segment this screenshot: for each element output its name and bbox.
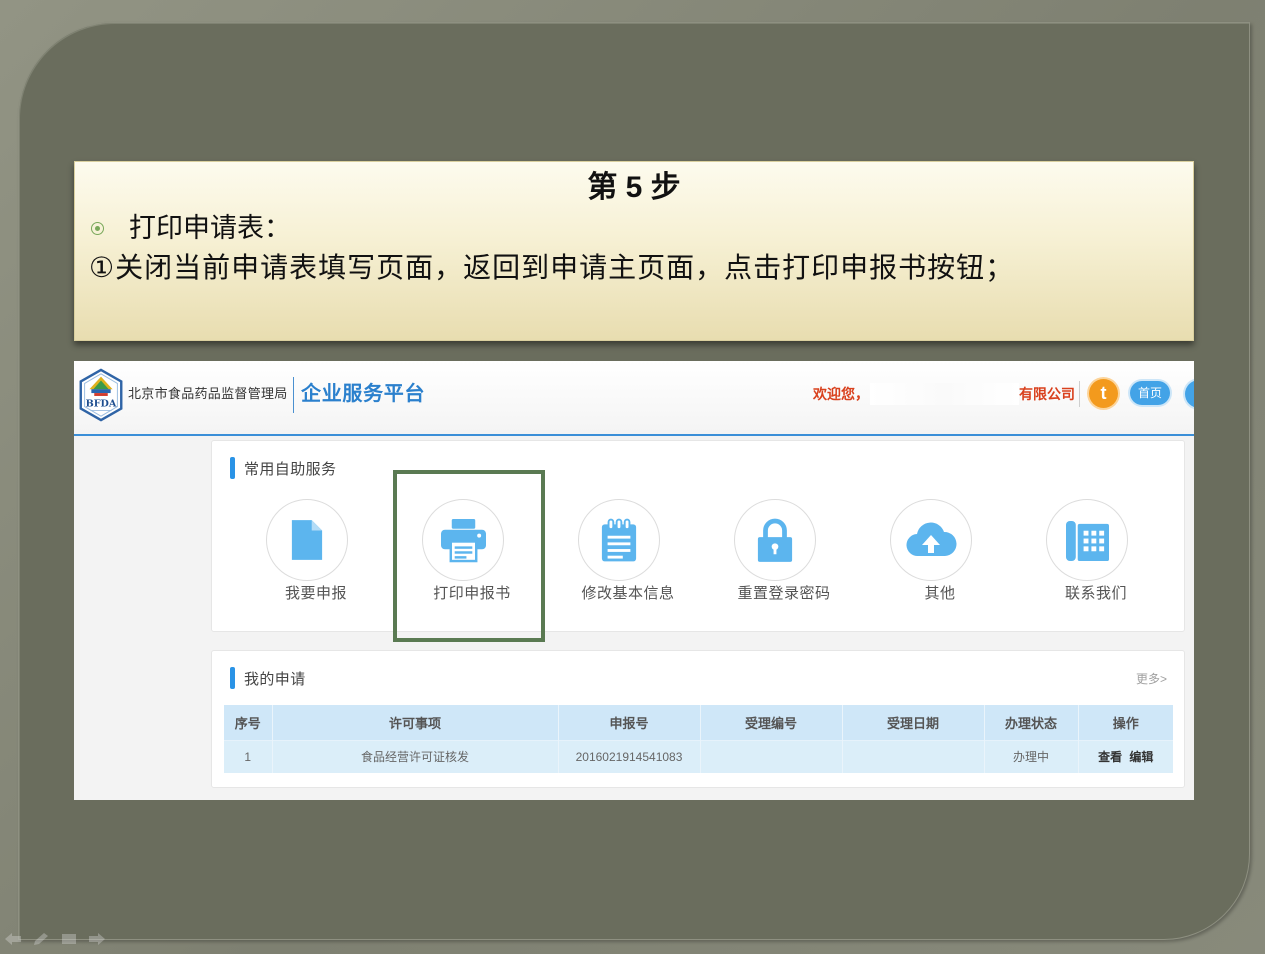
prev-slide-icon[interactable] (4, 932, 22, 946)
next-slide-icon[interactable] (88, 932, 106, 946)
bullet-label: 打印申请表： (129, 213, 291, 243)
column-header-status: 办理状态 (984, 705, 1079, 740)
slide-menu-icon[interactable] (60, 932, 78, 946)
self-service-card: 常用自助服务 我要申报 打印申报书 修改基本信息 重置登录密码 其他 联系我们 (211, 440, 1185, 632)
step-title: 第 5 步 (587, 171, 681, 204)
applications-table: 序号 许可事项 申报号 受理编号 受理日期 办理状态 操作 1 食品经营许可证核… (224, 705, 1173, 773)
card-title-text: 常用自助服务 (244, 460, 337, 478)
column-header-index: 序号 (224, 705, 273, 740)
cell-permit-item: 食品经营许可证核发 (272, 739, 559, 773)
phone-icon (1065, 520, 1109, 561)
redacted-company-name (870, 383, 1019, 405)
home-button[interactable]: 首页 (1130, 381, 1170, 405)
slideshow-controls (4, 932, 106, 946)
card-title: 常用自助服务 (230, 457, 336, 479)
service-icon-circle[interactable] (1046, 499, 1128, 581)
header-divider (293, 377, 294, 413)
service-label[interactable]: 联系我们 (1065, 584, 1127, 604)
service-label[interactable]: 我要申报 (285, 584, 347, 604)
service-icon-circle[interactable] (890, 499, 972, 581)
bullet-line: 打印申请表： (91, 211, 291, 245)
bullet-icon (91, 221, 104, 235)
service-contact-us-button[interactable]: 联系我们 (1009, 499, 1165, 604)
service-list: 我要申报 打印申报书 修改基本信息 重置登录密码 其他 联系我们 (229, 499, 1165, 604)
welcome-text: 欢迎您， (813, 386, 869, 402)
header-divider (1079, 381, 1080, 407)
cell-status: 办理中 (984, 739, 1079, 773)
column-header-actions: 操作 (1078, 705, 1173, 740)
service-icon-circle[interactable] (734, 499, 816, 581)
more-link[interactable]: 更多> (1136, 671, 1167, 687)
table-header-row: 序号 许可事项 申报号 受理编号 受理日期 办理状态 操作 (224, 705, 1173, 740)
cell-application-no: 2016021914541083 (558, 739, 701, 773)
service-other-button[interactable]: 其他 (853, 499, 1009, 604)
platform-name: 企业服务平台 (301, 383, 426, 405)
pen-tool-icon[interactable] (32, 932, 50, 946)
column-header-acceptance-no: 受理编号 (700, 705, 843, 740)
column-header-acceptance-date: 受理日期 (842, 705, 985, 740)
bfda-logo: BFDA (79, 368, 123, 422)
user-avatar-icon[interactable]: t (1089, 379, 1118, 408)
service-icon-circle[interactable] (266, 499, 348, 581)
cell-acceptance-no (700, 739, 843, 773)
instruction-callout: 第 5 步 打印申请表： ①关闭当前申请表填写页面，返回到申请主页面，点击打印申… (74, 161, 1194, 341)
cell-index: 1 (224, 739, 273, 773)
portal-header: BFDA 北京市食品药品监督管理局 企业服务平台 欢迎您， 有限公司 t 首页 (74, 361, 1194, 436)
org-name: 北京市食品药品监督管理局 (128, 386, 288, 401)
card-title-text: 我的申请 (244, 670, 306, 688)
title-accent-bar (230, 457, 235, 479)
card-title: 我的申请 (230, 667, 306, 689)
cell-actions: 查看 编辑 (1078, 739, 1173, 773)
annotation-highlight-box (393, 470, 545, 642)
portal-screenshot: BFDA 北京市食品药品监督管理局 企业服务平台 欢迎您， 有限公司 t 首页 … (74, 361, 1194, 800)
column-header-application-no: 申报号 (558, 705, 701, 740)
service-declare-button[interactable]: 我要申报 (229, 499, 385, 604)
edit-link[interactable]: 编辑 (1129, 750, 1153, 764)
service-label[interactable]: 其他 (924, 584, 955, 604)
cloud-upload-icon (906, 522, 957, 557)
service-icon-circle[interactable] (578, 499, 660, 581)
notepad-icon (601, 518, 637, 561)
header-round-button[interactable] (1185, 380, 1194, 408)
column-header-permit-item: 许可事项 (272, 705, 559, 740)
table-row: 1 食品经营许可证核发 2016021914541083 办理中 查看 编辑 (224, 739, 1173, 773)
document-icon (291, 520, 323, 560)
instruction-text: ①关闭当前申请表填写页面，返回到申请主页面，点击打印申报书按钮； (89, 252, 1015, 283)
title-accent-bar (230, 667, 235, 689)
service-label[interactable]: 重置登录密码 (737, 584, 830, 604)
cell-acceptance-date (842, 739, 985, 773)
service-edit-info-button[interactable]: 修改基本信息 (541, 499, 697, 604)
my-applications-card: 我的申请 更多> 序号 许可事项 申报号 受理编号 受理日期 办理状态 操作 1… (211, 650, 1185, 788)
service-reset-password-button[interactable]: 重置登录密码 (697, 499, 853, 604)
view-link[interactable]: 查看 (1098, 750, 1122, 764)
company-name-suffix: 有限公司 (1019, 386, 1075, 402)
logo-text: BFDA (86, 399, 117, 410)
service-label[interactable]: 修改基本信息 (581, 584, 674, 604)
lock-icon (757, 518, 793, 562)
